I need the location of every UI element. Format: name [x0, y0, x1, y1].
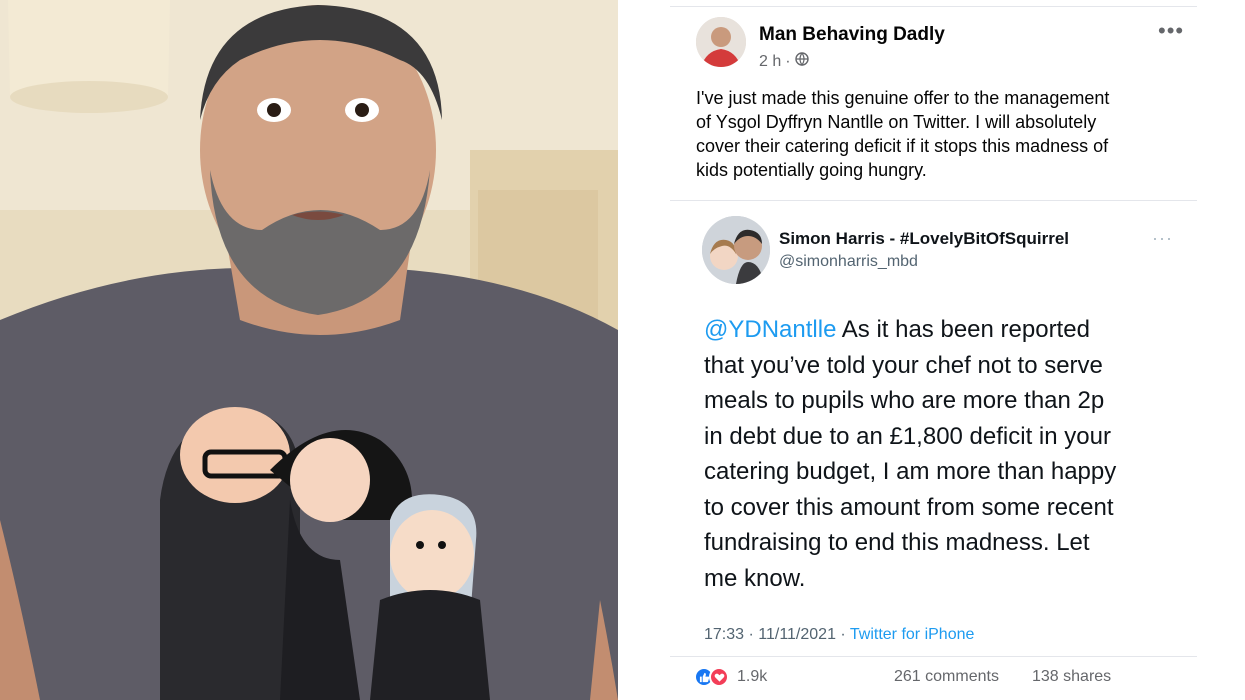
reaction-count: 1.9k — [737, 668, 768, 685]
tweet-source[interactable]: Twitter for iPhone — [850, 626, 975, 643]
tweet-author-avatar[interactable] — [702, 216, 770, 284]
tweet-handle[interactable]: @simonharris_mbd — [779, 253, 918, 271]
tweet-text-line: fundraising to end this madness. Let — [704, 529, 1090, 556]
meta-separator: · — [785, 52, 791, 70]
tweet-more-icon[interactable]: ··· — [1152, 228, 1173, 249]
post-meta: 2 h · — [759, 52, 809, 71]
author-name[interactable]: Man Behaving Dadly — [759, 24, 945, 46]
love-reaction-icon — [709, 667, 729, 687]
more-dots-icon[interactable]: ••• — [1158, 18, 1184, 44]
tweet-text-line: catering budget, I am more than happy — [704, 458, 1117, 485]
top-divider — [670, 6, 1197, 7]
tweet-text-line: in debt due to an £1,800 deficit in your — [704, 422, 1111, 450]
tweet-text: @YDNantlle As it has been reported that … — [704, 312, 1174, 596]
tweet-text-line: meals to pupils who are more than 2p — [704, 387, 1105, 414]
post-time[interactable]: 2 h — [759, 53, 781, 71]
tweet-text-line: @YDNantlle As it has been reported — [704, 312, 1174, 348]
post-text-line: of Ysgol Dyffryn Nantlle on Twitter. I w… — [696, 112, 1097, 132]
author-avatar[interactable] — [696, 17, 746, 67]
photo-man-in-tshirt — [0, 0, 618, 700]
post-text-line: kids potentially going hungry. — [696, 160, 927, 180]
embed-divider — [670, 200, 1197, 201]
avatar-image — [696, 17, 746, 67]
tweet-avatar-image — [702, 216, 770, 284]
tweet-timestamp[interactable]: 17:33 · 11/11/2021 · — [704, 626, 850, 643]
tweet-text-line: me know. — [704, 564, 806, 592]
shares-count[interactable]: 138 shares — [1032, 668, 1111, 686]
post-text-line: I've just made this genuine offer to the… — [696, 88, 1110, 108]
tweet-text-line: that you’ve told your chef not to serve — [704, 351, 1103, 379]
tweet-text-line: to cover this amount from some recent — [704, 493, 1114, 521]
photo-illustration — [0, 0, 618, 700]
comments-count[interactable]: 261 comments — [894, 668, 999, 686]
tweet-text-line-rest: As it has been reported — [836, 316, 1090, 343]
tweet-display-name[interactable]: Simon Harris - #LovelyBitOfSquirrel — [779, 229, 1069, 249]
tweet-meta: 17:33 · 11/11/2021 · Twitter for iPhone — [704, 626, 974, 644]
bottom-divider — [670, 656, 1197, 657]
post-text: I've just made this genuine offer to the… — [696, 86, 1176, 182]
globe-icon — [794, 52, 809, 71]
reactions-summary[interactable]: 1.9k — [694, 667, 767, 687]
tweet-mention-link[interactable]: @YDNantlle — [704, 316, 836, 343]
post-text-line: cover their catering deficit if it stops… — [696, 136, 1109, 156]
